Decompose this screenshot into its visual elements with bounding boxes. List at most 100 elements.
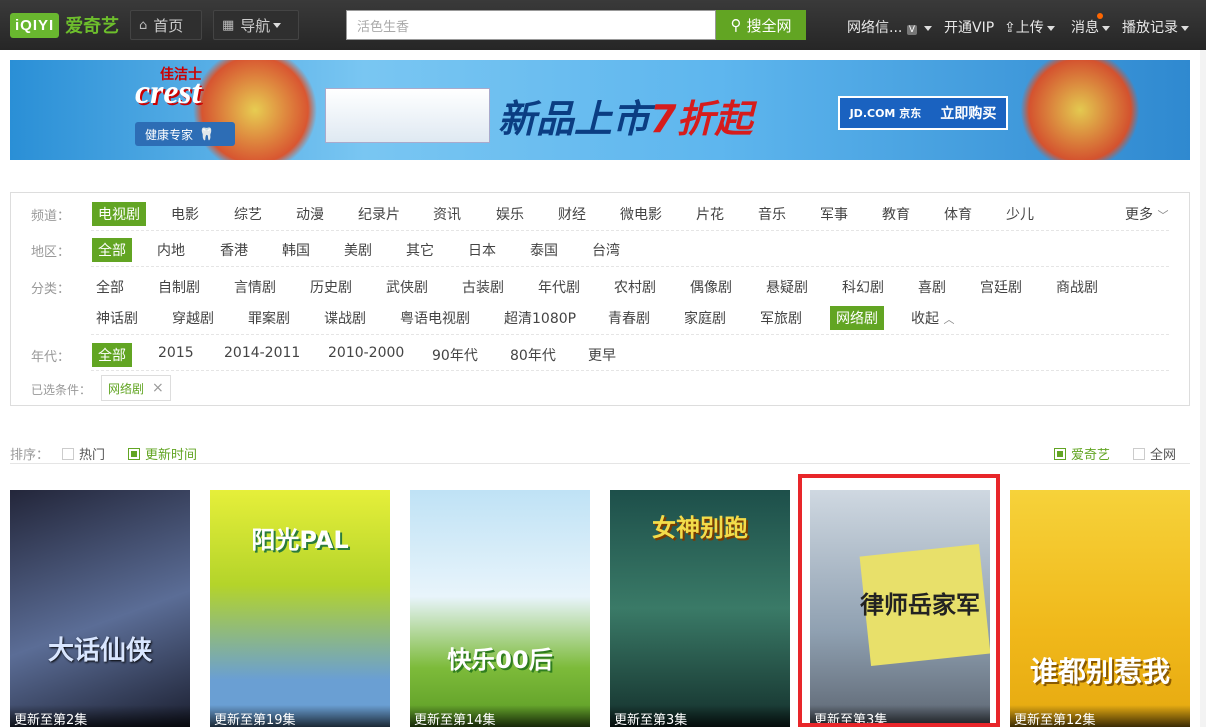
- year-label: 年代：: [31, 350, 71, 365]
- category-item[interactable]: 军旅剧: [760, 308, 802, 328]
- message-menu[interactable]: 消息: [1071, 17, 1110, 37]
- video-card[interactable]: 谁都别惹我 更新至第12集: [1010, 490, 1190, 727]
- sort-bar: 排序： 热门 更新时间 爱奇艺 全网: [10, 440, 1190, 464]
- category-item[interactable]: 商战剧: [1056, 277, 1098, 297]
- region-item[interactable]: 台湾: [592, 240, 620, 260]
- category-item[interactable]: 粤语电视剧: [400, 308, 470, 328]
- region-item[interactable]: 香港: [220, 240, 248, 260]
- category-item[interactable]: 青春剧: [608, 308, 650, 328]
- buy-now-label: 立即购买: [940, 106, 997, 122]
- more-label: 更多: [1125, 207, 1153, 223]
- user-menu[interactable]: 网络信... V: [847, 17, 933, 37]
- region-item[interactable]: 日本: [468, 240, 496, 260]
- jd-buy-button[interactable]: JD.COM 京东 立即购买: [838, 96, 1008, 130]
- category-item[interactable]: 历史剧: [310, 277, 352, 297]
- category-item[interactable]: 穿越剧: [172, 308, 214, 328]
- selected-filter-chip[interactable]: 网络剧 ×: [101, 375, 171, 401]
- category-item-web-series[interactable]: 网络剧: [830, 306, 884, 330]
- close-icon[interactable]: ×: [152, 380, 164, 396]
- year-item[interactable]: 2010-2000: [328, 345, 404, 361]
- nav-label: 导航: [240, 16, 271, 35]
- region-item[interactable]: 泰国: [530, 240, 558, 260]
- channel-item[interactable]: 少儿: [1006, 204, 1034, 224]
- category-item[interactable]: 年代剧: [538, 277, 580, 297]
- history-menu[interactable]: 播放记录: [1122, 17, 1189, 37]
- search-input[interactable]: 活色生香: [346, 10, 716, 40]
- category-label: 分类：: [31, 282, 71, 297]
- year-item[interactable]: 2015: [158, 345, 194, 361]
- sort-hot-option[interactable]: 热门: [62, 444, 105, 463]
- crest-logo: crest: [135, 74, 202, 111]
- channel-item[interactable]: 动漫: [296, 204, 324, 224]
- video-card[interactable]: 女神别跑 更新至第3集: [610, 490, 790, 727]
- category-item[interactable]: 古装剧: [462, 277, 504, 297]
- video-card[interactable]: 大话仙侠 更新至第2集: [10, 490, 190, 727]
- collapse-label: 收起: [911, 311, 939, 327]
- sort-latest-label: 更新时间: [145, 448, 198, 463]
- category-item[interactable]: 家庭剧: [684, 308, 726, 328]
- highlight-box: [798, 474, 1000, 727]
- category-item[interactable]: 悬疑剧: [766, 277, 808, 297]
- channel-item[interactable]: 纪录片: [358, 204, 400, 224]
- logo-mark: iQIYI: [10, 12, 60, 38]
- video-card[interactable]: 阳光PAL 更新至第19集: [210, 490, 390, 727]
- year-item[interactable]: 80年代: [510, 345, 556, 365]
- category-item[interactable]: 全部: [96, 277, 124, 297]
- row-divider: [91, 230, 1169, 231]
- category-item[interactable]: 科幻剧: [842, 277, 884, 297]
- grid-icon: ▦: [222, 17, 235, 33]
- upload-label: 上传: [1015, 20, 1044, 36]
- crest-ad-banner[interactable]: 佳洁士 crest 健康专家 🦷 新品上市7折起 JD.COM 京东 立即购买: [10, 60, 1190, 160]
- channel-item[interactable]: 军事: [820, 204, 848, 224]
- nav-menu-button[interactable]: ▦ 导航: [213, 10, 299, 40]
- channel-item-tv[interactable]: 电视剧: [92, 202, 146, 226]
- year-item-all[interactable]: 全部: [92, 343, 132, 367]
- scrollbar[interactable]: [1200, 50, 1206, 727]
- category-item[interactable]: 宫廷剧: [980, 277, 1022, 297]
- category-item[interactable]: 喜剧: [918, 277, 946, 297]
- category-item[interactable]: 武侠剧: [386, 277, 428, 297]
- year-item[interactable]: 更早: [588, 345, 616, 365]
- category-item[interactable]: 超清1080P: [504, 308, 576, 328]
- source-iqiyi-option[interactable]: 爱奇艺: [1054, 444, 1110, 463]
- region-item[interactable]: 美剧: [344, 240, 372, 260]
- channel-item[interactable]: 微电影: [620, 204, 662, 224]
- chevron-down-icon: [1102, 25, 1110, 31]
- category-item[interactable]: 自制剧: [158, 277, 200, 297]
- sort-latest-option[interactable]: 更新时间: [128, 444, 197, 463]
- category-item[interactable]: 谍战剧: [324, 308, 366, 328]
- chevron-down-icon: ﹀: [1157, 209, 1169, 222]
- channel-more-button[interactable]: 更多 ﹀: [1125, 204, 1168, 224]
- open-vip-link[interactable]: 开通VIP: [944, 17, 994, 37]
- category-item[interactable]: 言情剧: [234, 277, 276, 297]
- channel-item[interactable]: 综艺: [234, 204, 262, 224]
- category-item[interactable]: 偶像剧: [690, 277, 732, 297]
- category-item[interactable]: 神话剧: [96, 308, 138, 328]
- channel-item[interactable]: 教育: [882, 204, 910, 224]
- region-item[interactable]: 内地: [157, 240, 185, 260]
- channel-item[interactable]: 娱乐: [496, 204, 524, 224]
- category-item[interactable]: 罪案剧: [248, 308, 290, 328]
- channel-item[interactable]: 资讯: [433, 204, 461, 224]
- user-name: 网络信...: [847, 20, 903, 36]
- home-button[interactable]: ⌂ 首页: [130, 10, 202, 40]
- category-item[interactable]: 农村剧: [614, 277, 656, 297]
- tooth-icon: 🦷: [199, 127, 214, 141]
- region-item[interactable]: 其它: [406, 240, 434, 260]
- search-button[interactable]: ⚲ 搜全网: [716, 10, 806, 40]
- video-card[interactable]: 快乐00后 更新至第14集: [410, 490, 590, 727]
- channel-item[interactable]: 财经: [558, 204, 586, 224]
- channel-item[interactable]: 电影: [171, 204, 199, 224]
- upload-menu[interactable]: ⇪上传: [1004, 17, 1055, 37]
- channel-item[interactable]: 体育: [944, 204, 972, 224]
- region-item-all[interactable]: 全部: [92, 238, 132, 262]
- channel-item[interactable]: 片花: [696, 204, 724, 224]
- source-all-option[interactable]: 全网: [1133, 444, 1176, 463]
- collapse-button[interactable]: 收起 ︿: [911, 308, 954, 328]
- year-item[interactable]: 2014-2011: [224, 345, 300, 361]
- year-item[interactable]: 90年代: [432, 345, 478, 365]
- sort-hot-label: 热门: [79, 448, 106, 463]
- iqiyi-logo[interactable]: iQIYI 爱奇艺: [10, 11, 119, 39]
- channel-item[interactable]: 音乐: [758, 204, 786, 224]
- region-item[interactable]: 韩国: [282, 240, 310, 260]
